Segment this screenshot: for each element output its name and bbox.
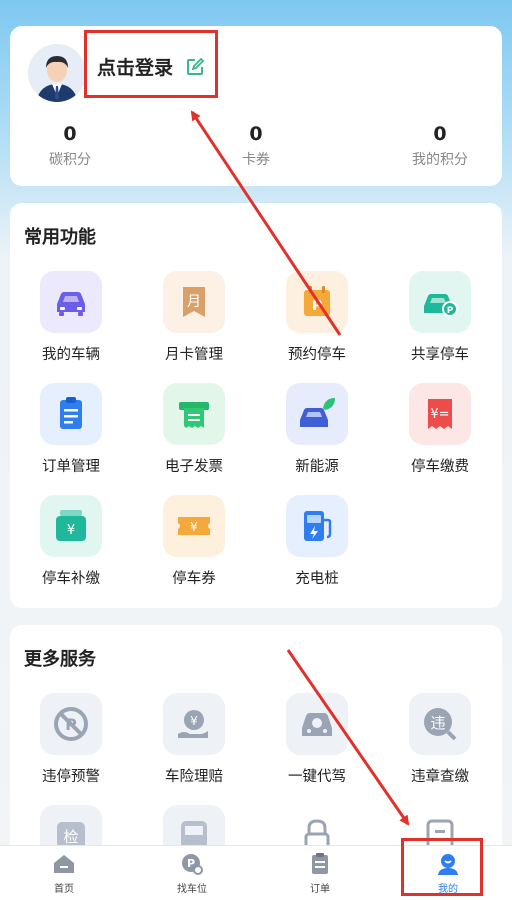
reserve-parking-icon: P xyxy=(286,271,348,333)
stat-label: 卡券 xyxy=(242,152,270,168)
service-insurance-claim[interactable]: ¥ 车险理赔 xyxy=(139,693,249,793)
stat-value: 0 xyxy=(433,123,447,145)
item-label: 充电桩 xyxy=(295,571,339,587)
function-order-management[interactable]: 订单管理 xyxy=(16,383,126,483)
common-functions-card: 常用功能 我的车辆 月 月卡管理 P 预约停车 P 共享停车 订单管理 电子发票… xyxy=(10,203,502,608)
item-label: 我的车辆 xyxy=(42,347,100,363)
item-label: 订单管理 xyxy=(42,459,100,475)
function-new-energy[interactable]: 新能源 xyxy=(262,383,372,483)
function-my-vehicles[interactable]: 我的车辆 xyxy=(16,271,126,371)
service-designated-driver[interactable]: 一键代驾 xyxy=(262,693,372,793)
stat-value: 0 xyxy=(63,123,77,145)
svg-text:月: 月 xyxy=(187,294,201,310)
item-label: 违停预警 xyxy=(42,769,100,785)
svg-text:P: P xyxy=(447,306,454,316)
parking-repay-icon: ¥ xyxy=(40,495,102,557)
parking-fee-icon: ¥= xyxy=(409,383,471,445)
function-shared-parking[interactable]: P 共享停车 xyxy=(385,271,495,371)
tab-label: 订单 xyxy=(310,884,330,895)
tab-find-parking[interactable]: P 找车位 xyxy=(128,846,256,900)
home-icon xyxy=(54,855,74,873)
svg-text:¥: ¥ xyxy=(190,520,198,534)
car-icon xyxy=(40,271,102,333)
svg-text:P: P xyxy=(312,298,322,314)
stat-label: 我的积分 xyxy=(412,152,468,168)
profile-card: 点击登录 0 碳积分 0 卡券 0 我的积分 xyxy=(10,26,502,186)
function-reserve-parking[interactable]: P 预约停车 xyxy=(262,271,372,371)
function-charging-pile[interactable]: 充电桩 xyxy=(262,495,372,595)
insurance-icon: ¥ xyxy=(163,693,225,755)
login-button[interactable]: 点击登录 xyxy=(97,53,173,80)
item-label: 车险理赔 xyxy=(165,769,223,785)
order-tab-icon xyxy=(312,853,328,874)
edit-icon[interactable] xyxy=(185,57,205,77)
item-label: 月卡管理 xyxy=(165,347,223,363)
tab-home[interactable]: 首页 xyxy=(0,846,128,900)
stat-my-points[interactable]: 0 我的积分 xyxy=(380,122,500,169)
item-label: 新能源 xyxy=(295,459,339,475)
item-label: 共享停车 xyxy=(411,347,469,363)
service-illegal-parking-alert[interactable]: P 违停预警 xyxy=(16,693,126,793)
no-parking-icon: P xyxy=(40,693,102,755)
item-label: 停车补缴 xyxy=(42,571,100,587)
tab-orders[interactable]: 订单 xyxy=(256,846,384,900)
svg-text:¥: ¥ xyxy=(67,523,75,538)
login-highlight: 点击登录 xyxy=(84,30,218,98)
designated-driver-icon xyxy=(286,693,348,755)
violation-icon: 违 xyxy=(409,693,471,755)
function-parking-repay[interactable]: ¥ 停车补缴 xyxy=(16,495,126,595)
svg-text:违: 违 xyxy=(430,714,445,732)
item-label: 一键代驾 xyxy=(288,769,346,785)
new-energy-icon xyxy=(286,383,348,445)
stat-coupons[interactable]: 0 卡券 xyxy=(196,122,316,169)
tab-label: 首页 xyxy=(54,884,74,895)
avatar[interactable] xyxy=(28,44,86,102)
function-parking-fee[interactable]: ¥= 停车缴费 xyxy=(385,383,495,483)
svg-text:¥: ¥ xyxy=(190,714,198,728)
tab-label: 找车位 xyxy=(177,884,207,895)
section-title: 常用功能 xyxy=(24,227,96,248)
mine-tab-highlight xyxy=(401,838,483,896)
find-parking-icon: P xyxy=(182,854,203,875)
item-label: 违章查缴 xyxy=(411,769,469,785)
service-violation-query[interactable]: 违 违章查缴 xyxy=(385,693,495,793)
month-card-icon: 月 xyxy=(163,271,225,333)
stats-row: 0 碳积分 0 卡券 0 我的积分 xyxy=(10,122,502,172)
stat-value: 0 xyxy=(249,123,263,145)
svg-text:¥=: ¥= xyxy=(430,407,449,422)
svg-text:检: 检 xyxy=(63,828,78,846)
stat-label: 碳积分 xyxy=(49,152,91,168)
function-month-card[interactable]: 月 月卡管理 xyxy=(139,271,249,371)
item-label: 停车缴费 xyxy=(411,459,469,475)
item-label: 停车券 xyxy=(172,571,216,587)
order-icon xyxy=(40,383,102,445)
section-title: 更多服务 xyxy=(24,649,96,670)
shared-parking-icon: P xyxy=(409,271,471,333)
charging-pile-icon xyxy=(286,495,348,557)
invoice-icon xyxy=(163,383,225,445)
parking-coupon-icon: ¥ xyxy=(163,495,225,557)
stat-carbon-points[interactable]: 0 碳积分 xyxy=(10,122,130,169)
function-e-invoice[interactable]: 电子发票 xyxy=(139,383,249,483)
item-label: 电子发票 xyxy=(165,459,223,475)
function-parking-coupon[interactable]: ¥ 停车券 xyxy=(139,495,249,595)
item-label: 预约停车 xyxy=(288,347,346,363)
